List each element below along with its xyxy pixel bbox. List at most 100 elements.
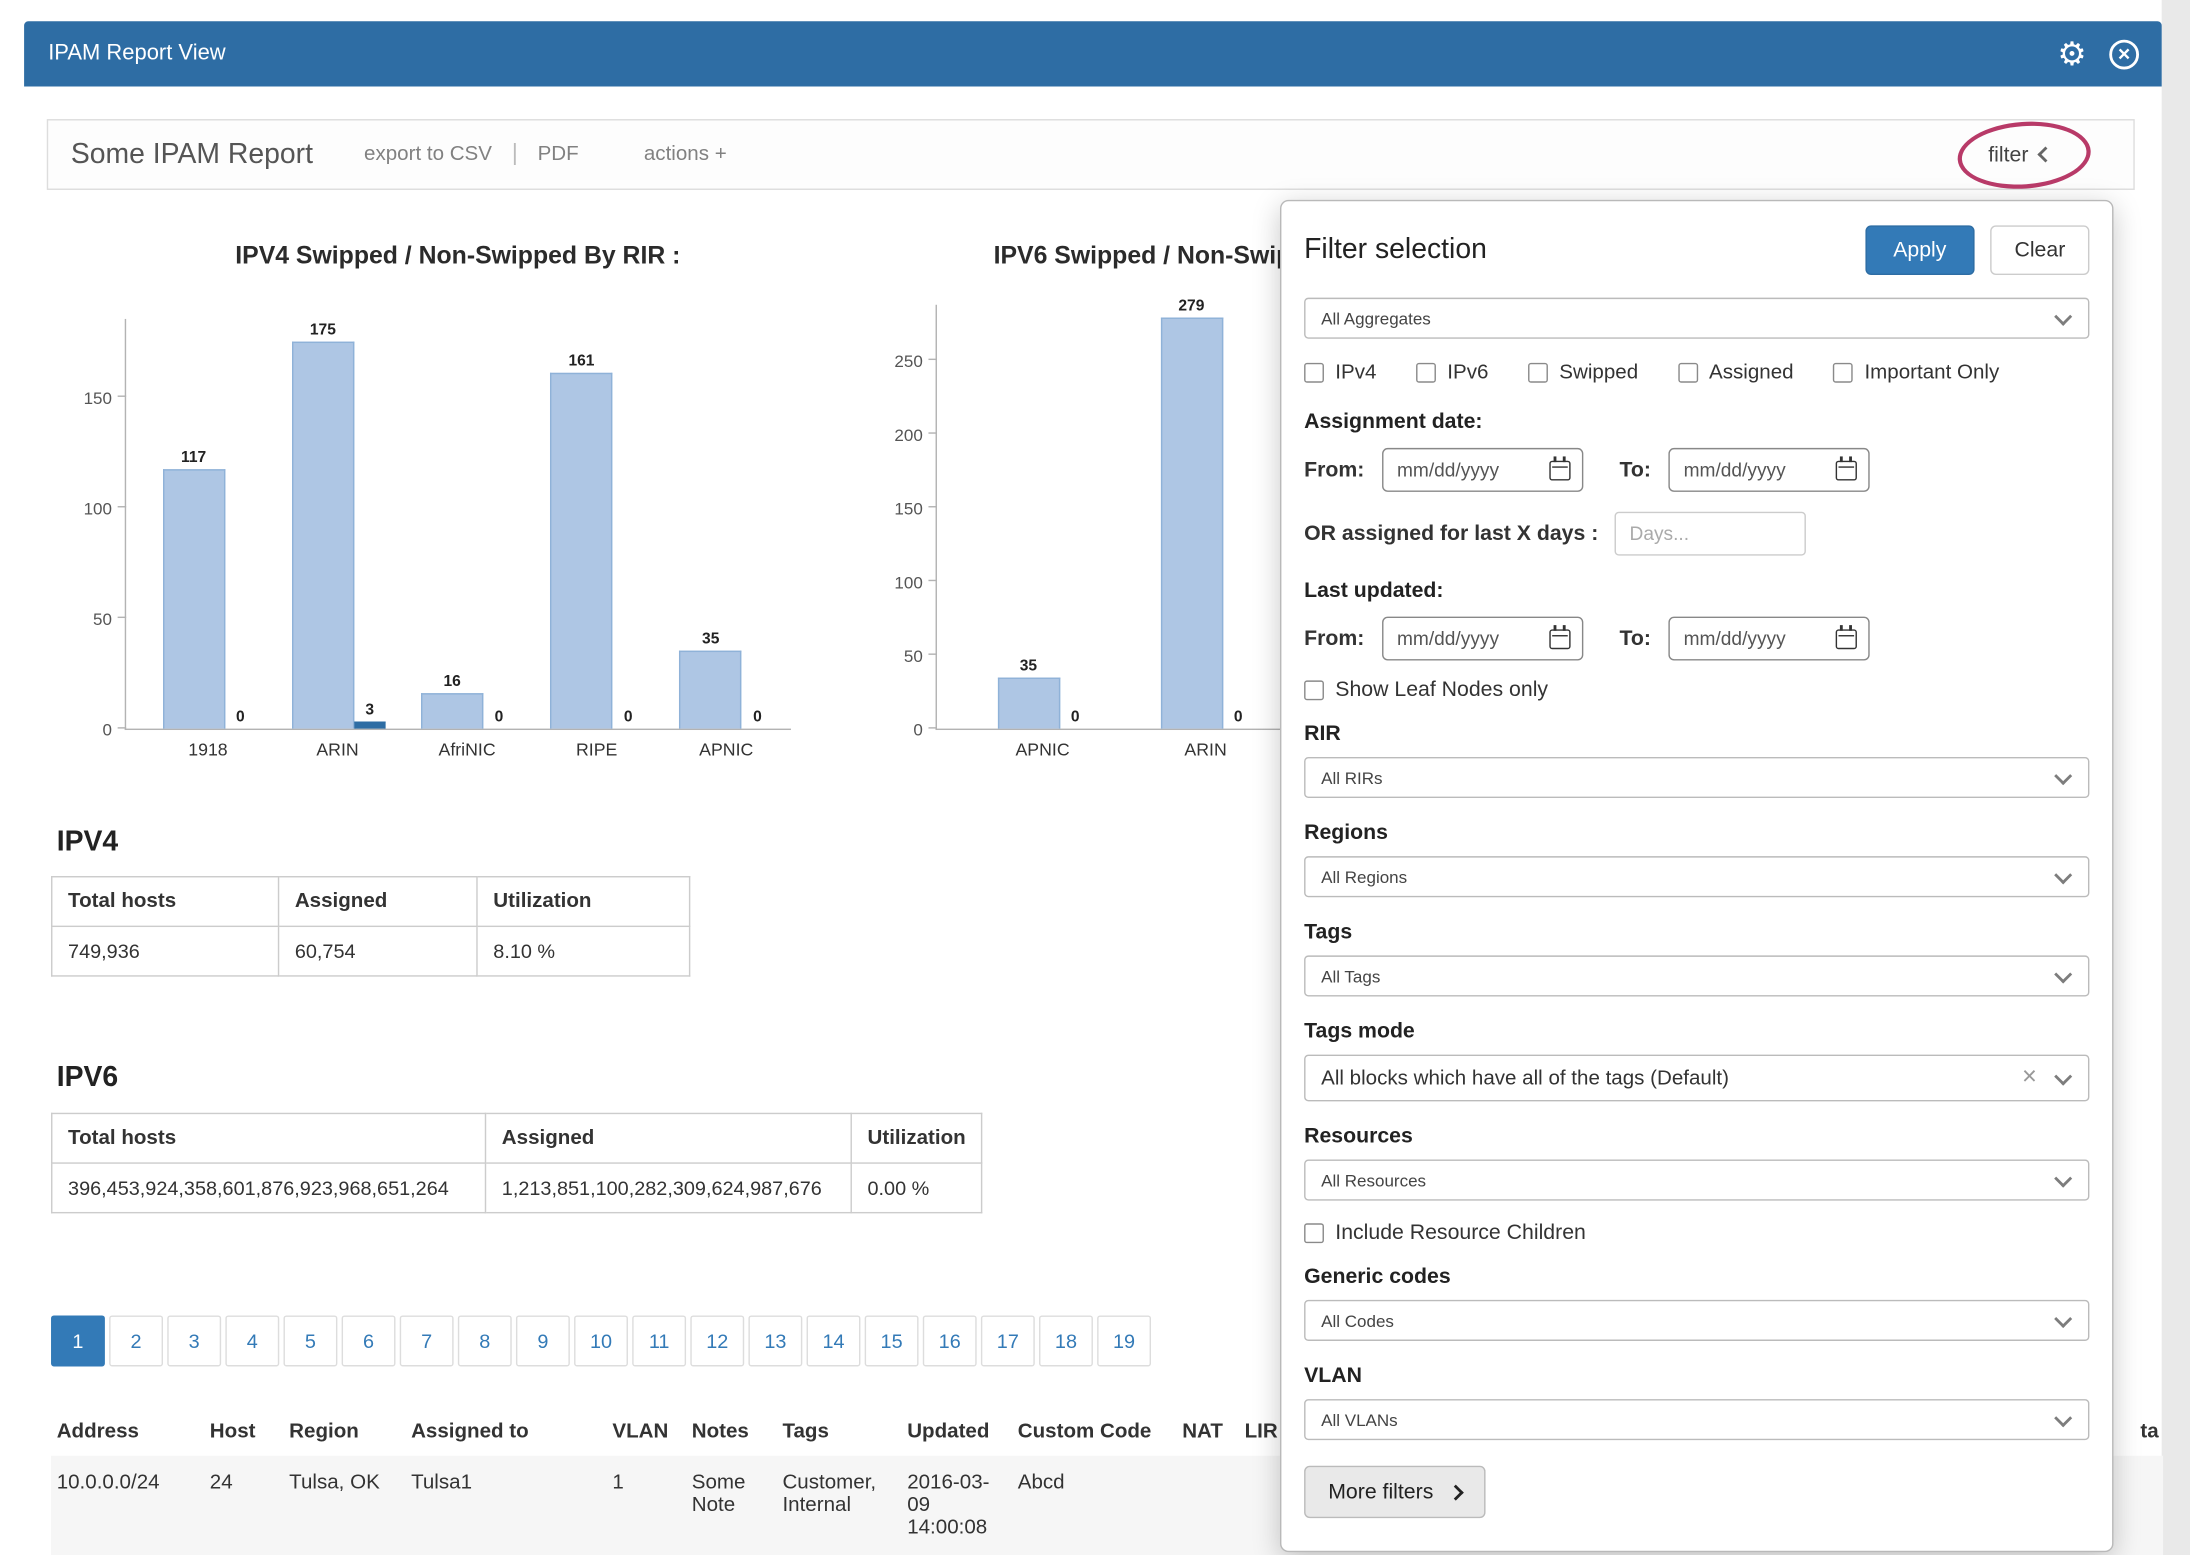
- table-cell-notes: Some Note: [686, 1471, 777, 1555]
- page-button-16[interactable]: 16: [923, 1315, 977, 1366]
- tags-mode-label: Tags mode: [1304, 1019, 2089, 1043]
- bar-group-arin: 1753: [274, 321, 403, 728]
- close-icon[interactable]: ×: [2109, 39, 2139, 69]
- ipv4-checkbox[interactable]: IPv4: [1304, 361, 1376, 384]
- regions-label: Regions: [1304, 821, 2089, 845]
- assignment-to-field: [1668, 448, 1869, 492]
- bar-group-afrinic: 160: [403, 673, 532, 728]
- gear-icon[interactable]: ⚙: [2057, 38, 2086, 71]
- important-only-checkbox[interactable]: Important Only: [1833, 361, 1999, 384]
- vlan-select[interactable]: All VLANs: [1304, 1399, 2089, 1440]
- checkbox-label: Show Leaf Nodes only: [1335, 678, 1548, 702]
- bar-value-label: 35: [702, 631, 719, 648]
- bar-value-label: 0: [624, 709, 633, 726]
- swipped-checkbox[interactable]: Swipped: [1528, 361, 1638, 384]
- x-axis-label-apnic: APNIC: [961, 740, 1124, 760]
- tags-select[interactable]: All Tags: [1304, 955, 2089, 996]
- bar-non-swipped-arin: [354, 722, 385, 729]
- export-csv-link[interactable]: export to CSV: [364, 143, 492, 166]
- bar-wrap: 35: [680, 631, 742, 728]
- assignment-date-row: From: To:: [1304, 448, 2089, 492]
- page-button-4[interactable]: 4: [225, 1315, 279, 1366]
- resources-select[interactable]: All Resources: [1304, 1160, 2089, 1201]
- page-button-11[interactable]: 11: [632, 1315, 686, 1366]
- chevron-right-icon: [1448, 1484, 1464, 1500]
- pdf-link[interactable]: PDF: [538, 143, 579, 166]
- filter-toggle[interactable]: filter: [1988, 142, 2051, 166]
- more-filters-label: More filters: [1328, 1480, 1433, 1504]
- y-tick-mark: [118, 506, 127, 507]
- page-button-3[interactable]: 3: [167, 1315, 221, 1366]
- column-header-utilization: Utilization: [477, 877, 690, 927]
- checkbox-label: Assigned: [1709, 361, 1794, 384]
- aggregates-select-value: All Aggregates: [1321, 308, 1431, 328]
- filter-toggle-label: filter: [1988, 142, 2028, 166]
- clear-selection-icon[interactable]: ×: [2022, 1062, 2037, 1092]
- checkbox-icon: [1833, 363, 1853, 383]
- page-button-19[interactable]: 19: [1097, 1315, 1151, 1366]
- bar-swipped-apnic: [997, 677, 1059, 728]
- bar-wrap: 0: [1223, 709, 1254, 729]
- ipv4-summary-table: Total hosts Assigned Utilization 749,936…: [51, 876, 690, 977]
- regions-select[interactable]: All Regions: [1304, 856, 2089, 897]
- clear-button[interactable]: Clear: [1990, 225, 2089, 275]
- more-filters-button[interactable]: More filters: [1304, 1466, 1486, 1518]
- bar-value-label: 35: [1020, 657, 1037, 674]
- bar-swipped-ripe: [550, 372, 612, 729]
- rir-select[interactable]: All RIRs: [1304, 757, 2089, 798]
- page-button-1[interactable]: 1: [51, 1315, 105, 1366]
- ipv6-checkbox[interactable]: IPv6: [1416, 361, 1488, 384]
- actions-menu[interactable]: actions +: [644, 143, 727, 166]
- calendar-icon[interactable]: [1549, 629, 1570, 649]
- page-button-8[interactable]: 8: [458, 1315, 512, 1366]
- days-input[interactable]: [1614, 512, 1805, 556]
- page-button-17[interactable]: 17: [981, 1315, 1035, 1366]
- calendar-icon[interactable]: [1835, 629, 1856, 649]
- filter-panel: Filter selection Apply Clear All Aggrega…: [1280, 200, 2113, 1552]
- ipv4-assigned: 60,754: [279, 926, 477, 976]
- column-header-assigned: Assigned: [279, 877, 477, 927]
- page-button-18[interactable]: 18: [1039, 1315, 1093, 1366]
- column-header-host: Host: [204, 1420, 283, 1443]
- calendar-icon[interactable]: [1549, 461, 1570, 481]
- page-button-5[interactable]: 5: [284, 1315, 338, 1366]
- bar-wrap: 117: [162, 450, 224, 729]
- bar-wrap: 0: [613, 709, 644, 729]
- updated-from-field: [1381, 617, 1582, 661]
- page-button-12[interactable]: 12: [690, 1315, 744, 1366]
- column-header-total-hosts: Total hosts: [52, 877, 279, 927]
- bar-wrap: 3: [354, 702, 385, 728]
- ipv4-total-hosts: 749,936: [52, 926, 279, 976]
- page-button-14[interactable]: 14: [807, 1315, 861, 1366]
- generic-codes-select[interactable]: All Codes: [1304, 1300, 2089, 1341]
- checkbox-label: IPv4: [1335, 361, 1376, 384]
- x-axis-label-arin: ARIN: [273, 740, 403, 760]
- ipam-report-screen: IPAM Report View ⚙ × Some IPAM Report ex…: [0, 0, 2190, 1555]
- page-button-6[interactable]: 6: [342, 1315, 396, 1366]
- x-axis-label-ripe: RIPE: [532, 740, 662, 760]
- assigned-checkbox[interactable]: Assigned: [1678, 361, 1794, 384]
- include-resource-children-checkbox[interactable]: Include Resource Children: [1304, 1220, 2089, 1244]
- page-button-15[interactable]: 15: [865, 1315, 919, 1366]
- table-cell-host: 24: [204, 1471, 283, 1555]
- bar-value-label: 279: [1178, 298, 1204, 315]
- bar-value-label: 161: [568, 352, 594, 369]
- ipv4-heading: IPV4: [57, 826, 118, 859]
- tags-mode-select[interactable]: All blocks which have all of the tags (D…: [1304, 1055, 2089, 1102]
- bar-wrap: 35: [997, 657, 1059, 728]
- ipv6-summary-table: Total hosts Assigned Utilization 396,453…: [51, 1113, 983, 1214]
- page-button-2[interactable]: 2: [109, 1315, 163, 1366]
- table-cell-tags: Customer, Internal: [777, 1471, 902, 1555]
- aggregates-select[interactable]: All Aggregates: [1304, 298, 2089, 339]
- show-leaf-nodes-checkbox[interactable]: Show Leaf Nodes only: [1304, 678, 2089, 702]
- calendar-icon[interactable]: [1835, 461, 1856, 481]
- chart-plot-area: 117017531601610350 050100150: [125, 319, 791, 730]
- page-button-7[interactable]: 7: [400, 1315, 454, 1366]
- generic-codes-select-value: All Codes: [1321, 1310, 1394, 1330]
- column-header-assigned-to: Assigned to: [405, 1420, 606, 1443]
- y-tick-label: 0: [872, 720, 923, 740]
- page-button-13[interactable]: 13: [748, 1315, 802, 1366]
- page-button-9[interactable]: 9: [516, 1315, 570, 1366]
- page-button-10[interactable]: 10: [574, 1315, 628, 1366]
- apply-button[interactable]: Apply: [1865, 225, 1975, 275]
